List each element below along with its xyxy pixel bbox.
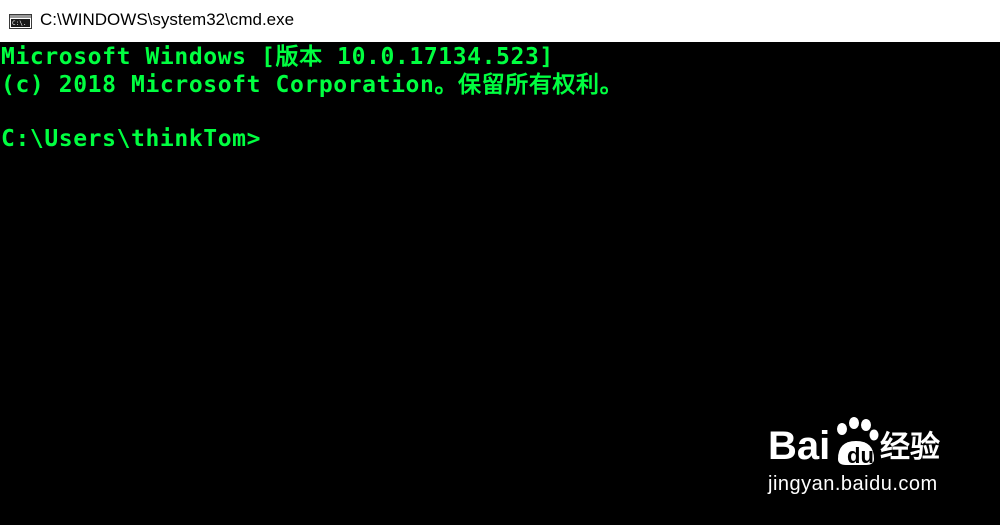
cmd-window: C:\. C:\WINDOWS\system32\cmd.exe Microso… [0,0,1000,525]
svg-text:Bai: Bai [768,424,830,468]
cmd-icon[interactable]: C:\. [9,14,32,29]
console-line-copyright: (c) 2018 Microsoft Corporation。保留所有权利。 [1,72,624,98]
console-output[interactable]: Microsoft Windows [版本 10.0.17134.523] (c… [0,42,1000,525]
watermark-url: jingyan.baidu.com [768,473,938,495]
window-title: C:\WINDOWS\system32\cmd.exe [40,10,295,29]
svg-text:du: du [847,443,874,468]
console-prompt[interactable]: C:\Users\thinkTom> [1,125,261,153]
baidu-jingyan-watermark: Bai du 经验 jingyan.baidu.com [768,413,948,503]
baidu-logo-icon: Bai du 经验 [768,417,940,468]
console-line-version: Microsoft Windows [版本 10.0.17134.523] [1,44,554,70]
svg-text:经验: 经验 [880,430,940,465]
title-bar[interactable]: C:\. C:\WINDOWS\system32\cmd.exe [0,0,1000,42]
